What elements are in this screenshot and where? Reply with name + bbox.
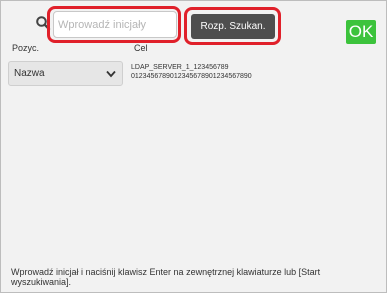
sort-select-value: Nazwa: [14, 68, 45, 79]
search-screen: Rozp. Szukan. OK Pozyc. Cel Nazwa LDAP_S…: [0, 0, 387, 293]
chevron-down-icon: [106, 70, 116, 78]
server-name: LDAP_SERVER_1_123456789: [131, 64, 229, 71]
ok-button[interactable]: OK: [346, 20, 376, 44]
column-header-position: Pozyc.: [12, 43, 40, 53]
start-search-button[interactable]: Rozp. Szukan.: [191, 14, 275, 39]
initials-search-input[interactable]: [53, 11, 177, 38]
sort-select[interactable]: Nazwa: [8, 61, 123, 86]
footer-hint-text: Wprowadź inicjał i naciśnij klawisz Ente…: [11, 267, 321, 287]
column-header-target: Cel: [134, 43, 148, 53]
server-number: 0123456789012345678901234567890: [131, 73, 252, 80]
